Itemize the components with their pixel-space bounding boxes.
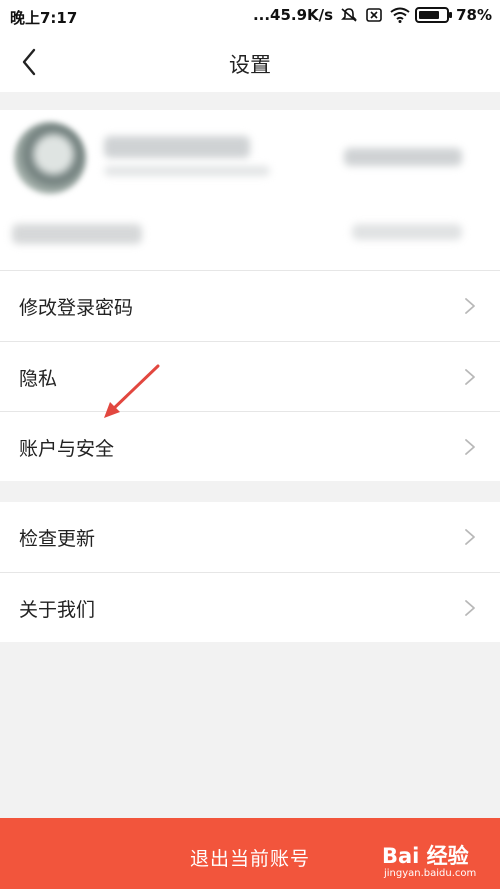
annotation-arrow-icon bbox=[104, 364, 160, 418]
chevron-right-icon bbox=[465, 529, 475, 545]
settings-group-account: 修改登录密码 隐私 账户与安全 bbox=[0, 270, 500, 481]
page-title: 设置 bbox=[229, 53, 271, 77]
settings-group-app: 检查更新 关于我们 bbox=[0, 502, 500, 642]
status-time: 晚上7:17 bbox=[10, 9, 78, 27]
watermark-url: jingyan.baidu.com bbox=[384, 868, 477, 879]
network-speed: ...45.9K/s bbox=[252, 6, 334, 24]
blurred-username bbox=[104, 136, 250, 158]
battery-fill bbox=[419, 11, 440, 19]
menu-item-label: 隐私 bbox=[19, 368, 58, 390]
sim-off-icon bbox=[365, 7, 383, 23]
menu-item-about-us[interactable]: 关于我们 bbox=[0, 572, 500, 642]
status-bar: 晚上7:17 ...45.9K/s 78% bbox=[0, 0, 500, 32]
blurred-right-info bbox=[344, 148, 462, 166]
chevron-right-icon bbox=[465, 600, 475, 616]
blurred-account-line bbox=[12, 224, 142, 244]
blurred-subtitle bbox=[104, 166, 270, 176]
profile-card[interactable] bbox=[0, 110, 500, 270]
status-icons: ...45.9K/s 78% bbox=[253, 6, 492, 24]
chevron-right-icon bbox=[465, 298, 475, 314]
blurred-account-value bbox=[352, 224, 462, 240]
mute-icon bbox=[340, 7, 358, 23]
chevron-right-icon bbox=[465, 369, 475, 385]
menu-item-label: 关于我们 bbox=[19, 599, 96, 621]
baidu-watermark: Bai 经验 jingyan.baidu.com bbox=[380, 838, 498, 884]
watermark-logo: Bai 经验 bbox=[382, 844, 469, 868]
nav-bar: 设置 bbox=[0, 32, 500, 92]
chevron-right-icon bbox=[465, 439, 475, 455]
battery-percent: 78% bbox=[456, 6, 492, 24]
avatar bbox=[14, 122, 86, 194]
battery-icon bbox=[415, 7, 453, 23]
menu-item-label: 修改登录密码 bbox=[19, 297, 134, 319]
menu-item-label: 检查更新 bbox=[19, 528, 96, 550]
menu-item-account-security[interactable]: 账户与安全 bbox=[0, 411, 500, 481]
menu-item-label: 账户与安全 bbox=[19, 438, 115, 460]
wifi-icon bbox=[390, 7, 410, 23]
menu-item-privacy[interactable]: 隐私 bbox=[0, 341, 500, 411]
menu-item-check-update[interactable]: 检查更新 bbox=[0, 502, 500, 572]
menu-item-change-password[interactable]: 修改登录密码 bbox=[0, 271, 500, 341]
